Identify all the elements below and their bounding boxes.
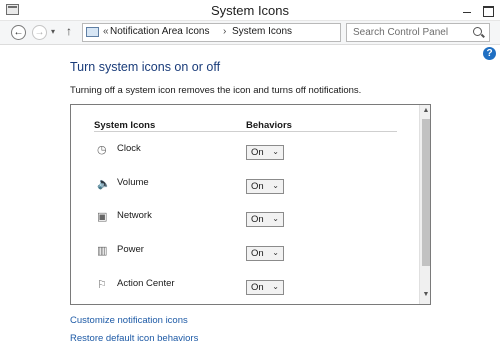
system-icons-panel: System Icons Behaviors ◷ Clock On ⌄ 🔈 Vo… <box>70 104 431 305</box>
chevron-down-icon: ⌄ <box>272 214 279 223</box>
control-panel-icon <box>86 27 99 37</box>
behavior-value: On <box>251 282 264 293</box>
column-header-system-icons: System Icons <box>94 120 156 131</box>
behavior-select-action-center[interactable]: On ⌄ <box>246 280 284 295</box>
behavior-value: On <box>251 214 264 225</box>
behavior-value: On <box>251 181 264 192</box>
page-description: Turning off a system icon removes the ic… <box>70 85 362 96</box>
minimize-icon[interactable] <box>460 3 474 17</box>
behavior-select-network[interactable]: On ⌄ <box>246 212 284 227</box>
chevron-down-icon: ⌄ <box>272 181 279 190</box>
behavior-select-volume[interactable]: On ⌄ <box>246 179 284 194</box>
behavior-select-power[interactable]: On ⌄ <box>246 246 284 261</box>
chevron-down-icon: ⌄ <box>272 282 279 291</box>
scrollbar-thumb[interactable] <box>422 119 430 266</box>
search-placeholder: Search Control Panel <box>353 27 449 38</box>
behavior-value: On <box>251 147 264 158</box>
back-button[interactable]: ← <box>11 25 26 40</box>
list-item: ⚐ Action Center On ⌄ <box>71 276 419 300</box>
list-item-label: Power <box>117 244 144 255</box>
flag-icon: ⚐ <box>97 279 107 291</box>
restore-default-behaviors-link[interactable]: Restore default icon behaviors <box>70 333 198 343</box>
list-item-label: Volume <box>117 177 149 188</box>
title-bar: System Icons <box>0 0 500 21</box>
list-item-label: Action Center <box>117 278 175 289</box>
help-icon[interactable]: ? <box>483 47 496 60</box>
window-title: System Icons <box>210 3 290 18</box>
breadcrumb[interactable]: « Notification Area Icons › System Icons… <box>82 23 414 42</box>
search-icon[interactable] <box>473 27 482 36</box>
breadcrumb-item-notification-area-icons[interactable]: Notification Area Icons <box>110 26 210 37</box>
scroll-down-icon[interactable]: ▼ <box>420 291 430 298</box>
behavior-select-clock[interactable]: On ⌄ <box>246 145 284 160</box>
breadcrumb-overflow-icon[interactable]: « <box>103 26 109 37</box>
network-icon: ▣ <box>97 211 108 223</box>
header-divider <box>94 131 397 132</box>
list-item: 🔈 Volume On ⌄ <box>71 175 419 199</box>
list-item: ▣ Network On ⌄ <box>71 208 419 232</box>
forward-button[interactable]: → <box>32 25 47 40</box>
address-bar: ← → ▾ ↑ « Notification Area Icons › Syst… <box>0 21 500 45</box>
recent-locations-dropdown[interactable]: ▾ <box>51 27 55 36</box>
chevron-down-icon: ⌄ <box>272 248 279 257</box>
chevron-down-icon: ⌄ <box>272 147 279 156</box>
behavior-value: On <box>251 248 264 259</box>
list-item: ◷ Clock On ⌄ <box>71 141 419 165</box>
up-button[interactable]: ↑ <box>66 24 72 38</box>
list-item: ▥ Power On ⌄ <box>71 242 419 266</box>
power-icon: ▥ <box>97 245 108 257</box>
breadcrumb-item-system-icons[interactable]: System Icons <box>232 26 292 37</box>
page-title: Turn system icons on or off <box>70 60 221 74</box>
vertical-scrollbar[interactable]: ▲ ▼ <box>419 105 430 304</box>
column-header-behaviors: Behaviors <box>246 120 292 131</box>
list-item-label: Clock <box>117 143 141 154</box>
scroll-up-icon[interactable]: ▲ <box>420 107 430 114</box>
clock-icon: ◷ <box>97 144 107 156</box>
customize-notification-icons-link[interactable]: Customize notification icons <box>70 315 188 326</box>
maximize-icon[interactable] <box>480 3 498 17</box>
volume-icon: 🔈 <box>97 178 111 190</box>
list-item-label: Network <box>117 210 152 221</box>
breadcrumb-separator-icon[interactable]: › <box>223 26 226 37</box>
search-input[interactable]: Search Control Panel <box>346 23 490 42</box>
